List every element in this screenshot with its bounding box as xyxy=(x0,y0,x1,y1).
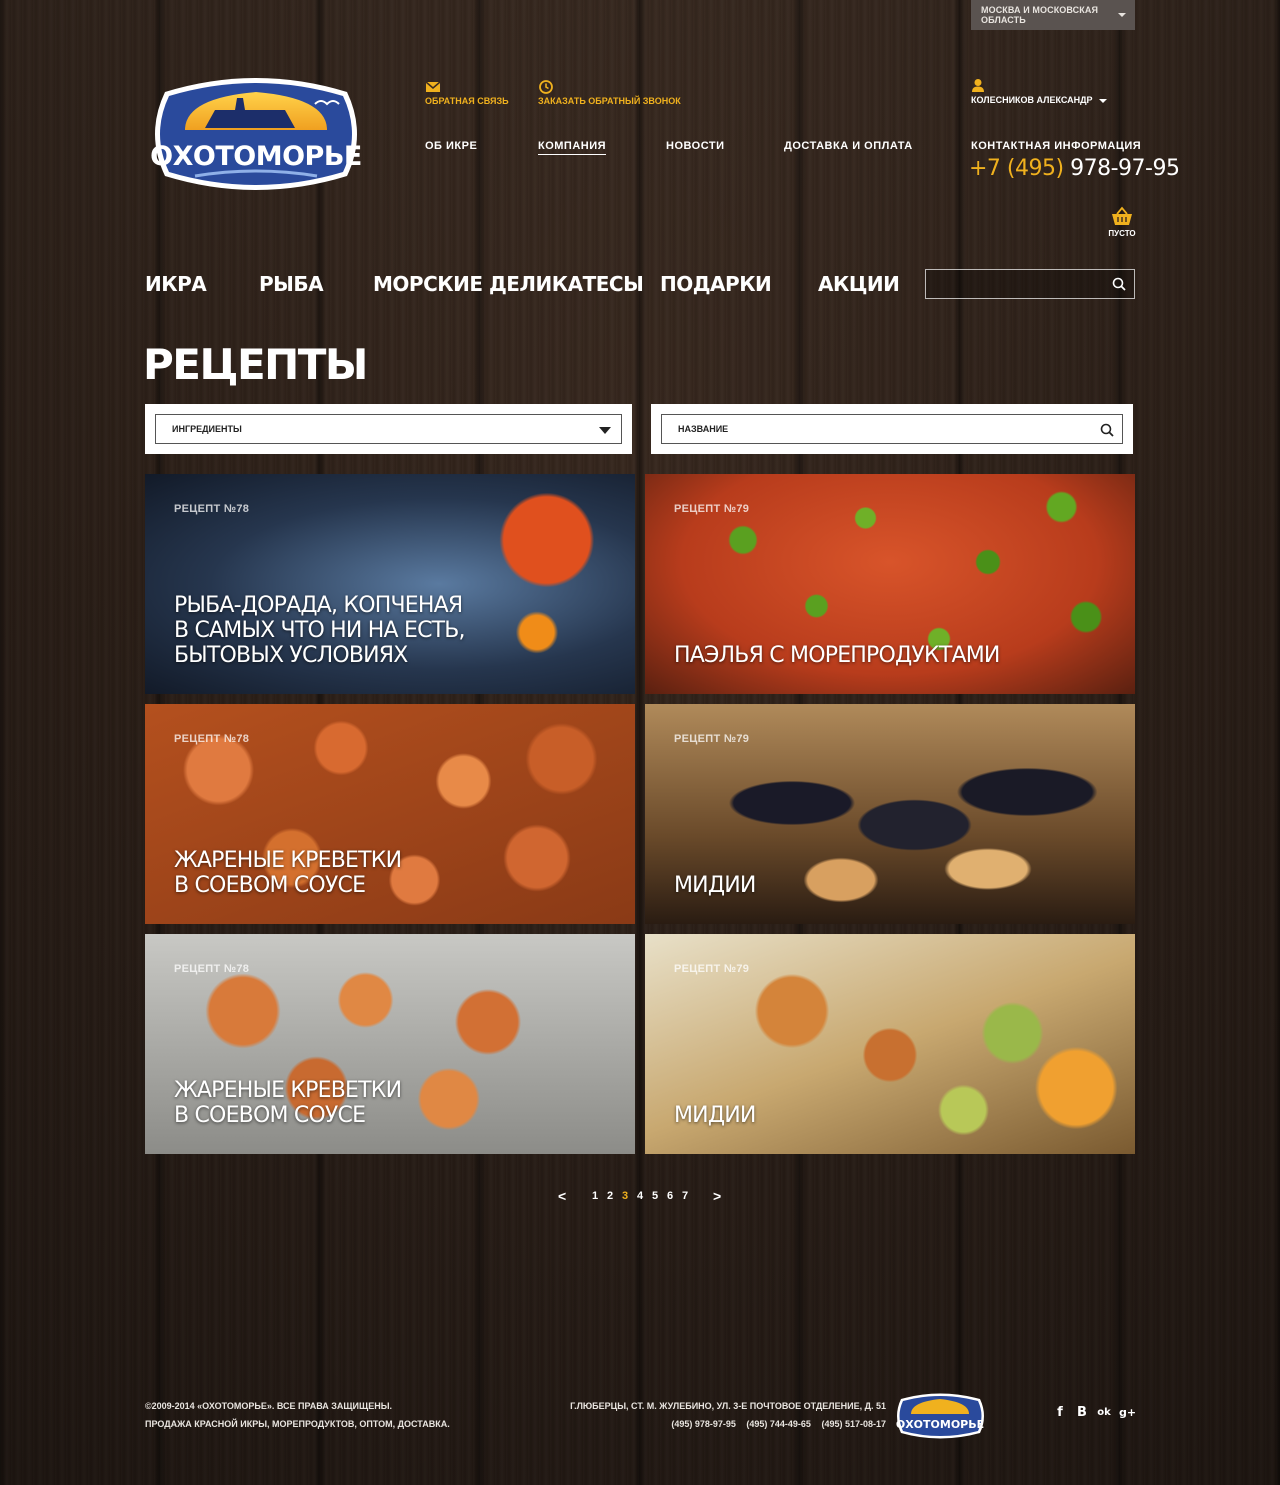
page-link[interactable]: 2 xyxy=(607,1190,613,1202)
recipe-number: РЕЦЕПТ №78 xyxy=(174,503,250,515)
page-link[interactable]: 4 xyxy=(637,1190,643,1202)
recipe-title: МИДИИ xyxy=(674,1103,756,1128)
callback-label: ЗАКАЗАТЬ ОБРАТНЫЙ ЗВОНОК xyxy=(538,96,681,106)
recipe-number: РЕЦЕПТ №79 xyxy=(674,733,750,745)
recipe-title: РЫБА-ДОРАДА, КОПЧЕНАЯ В САМЫХ ЧТО НИ НА … xyxy=(174,593,466,668)
prev-page-button[interactable]: < xyxy=(558,1189,566,1203)
user-icon xyxy=(972,79,984,92)
region-selector[interactable]: МОСКВА И МОСКОВСКАЯ ОБЛАСТЬ xyxy=(971,0,1135,30)
recipe-card[interactable]: РЕЦЕПТ №78 РЫБА-ДОРАДА, КОПЧЕНАЯ В САМЫХ… xyxy=(145,474,635,694)
top-menu-item-news[interactable]: НОВОСТИ xyxy=(666,140,725,152)
nav-item-fish[interactable]: РЫБА xyxy=(259,272,324,296)
page-title: РЕЦЕПТЫ xyxy=(143,340,368,389)
recipe-card[interactable]: РЕЦЕПТ №79 МИДИИ xyxy=(645,704,1135,924)
region-label: МОСКВА И МОСКОВСКАЯ ОБЛАСТЬ xyxy=(981,5,1099,25)
envelope-icon xyxy=(425,81,441,92)
footer-address: Г.ЛЮБЕРЦЫ, СТ. М. ЖУЛЕБИНО, УЛ. 3-Е ПОЧТ… xyxy=(570,1401,886,1411)
recipe-title: ПАЭЛЬЯ С МОРЕПРОДУКТАМИ xyxy=(674,643,1000,668)
user-name: КОЛЕСНИКОВ АЛЕКСАНДР xyxy=(971,95,1093,105)
cart-status: ПУСТО xyxy=(1108,229,1136,238)
phone-number[interactable]: +7 (495) 978-97-95 xyxy=(969,156,1180,181)
ingredients-select[interactable]: ИНГРЕДИЕНТЫ xyxy=(155,414,622,444)
recipe-card[interactable]: РЕЦЕПТ №79 ПАЭЛЬЯ С МОРЕПРОДУКТАМИ xyxy=(645,474,1135,694)
basket-icon xyxy=(1112,206,1132,225)
nav-item-promotions[interactable]: АКЦИИ xyxy=(818,272,900,296)
recipe-card[interactable]: РЕЦЕПТ №78 ЖАРЕНЫЕ КРЕВЕТКИ В СОЕВОМ СОУ… xyxy=(145,704,635,924)
search-icon[interactable] xyxy=(1112,277,1126,291)
footer-logo[interactable]: ОХОТОМОРЬЕ xyxy=(893,1390,988,1442)
footer-phone[interactable]: (495) 978-97-95 xyxy=(671,1419,736,1429)
page-link[interactable]: 1 xyxy=(592,1190,598,1202)
footer-seo-text: ПРОДАЖА КРАСНОЙ ИКРЫ, МОРЕПРОДУКТОВ, ОПТ… xyxy=(145,1419,450,1429)
logo-text: ОХОТОМОРЬЕ xyxy=(150,141,362,172)
chevron-down-icon xyxy=(1098,98,1107,103)
recipe-card[interactable]: РЕЦЕПТ №79 МИДИИ xyxy=(645,934,1135,1154)
chevron-down-icon xyxy=(1118,13,1126,17)
google-plus-icon[interactable]: g+ xyxy=(1119,1405,1136,1421)
search-input[interactable] xyxy=(925,269,1135,299)
top-menu-item-company[interactable]: КОМПАНИЯ xyxy=(538,140,607,155)
phone-digits: 978-97-95 xyxy=(1070,156,1180,181)
odnoklassniki-icon[interactable]: ok xyxy=(1096,1405,1112,1421)
search-icon[interactable] xyxy=(1100,423,1114,437)
recipe-number: РЕЦЕПТ №79 xyxy=(674,503,750,515)
cart-button[interactable]: ПУСТО xyxy=(1108,206,1136,238)
user-menu[interactable]: КОЛЕСНИКОВ АЛЕКСАНДР xyxy=(971,78,1107,105)
vkontakte-icon[interactable]: B xyxy=(1074,1405,1090,1421)
name-label: НАЗВАНИЕ xyxy=(678,424,729,434)
top-menu-item-about-caviar[interactable]: ОБ ИКРЕ xyxy=(425,140,477,152)
chevron-down-icon xyxy=(599,427,611,434)
recipe-title: ЖАРЕНЫЕ КРЕВЕТКИ В СОЕВОМ СОУСЕ xyxy=(174,848,402,898)
phone-code: +7 (495) xyxy=(969,156,1064,181)
callback-link[interactable]: ЗАКАЗАТЬ ОБРАТНЫЙ ЗВОНОК xyxy=(538,80,681,106)
nav-item-seafood[interactable]: МОРСКИЕ ДЕЛИКАТЕСЫ xyxy=(373,272,644,296)
recipe-title: МИДИИ xyxy=(674,873,756,898)
name-filter: НАЗВАНИЕ xyxy=(651,404,1133,454)
ingredients-label: ИНГРЕДИЕНТЫ xyxy=(172,424,242,434)
recipe-title: ЖАРЕНЫЕ КРЕВЕТКИ В СОЕВОМ СОУСЕ xyxy=(174,1078,402,1128)
page-link[interactable]: 7 xyxy=(682,1190,688,1202)
footer-logo-text: ОХОТОМОРЬЕ xyxy=(896,1418,984,1431)
ingredients-filter: ИНГРЕДИЕНТЫ xyxy=(145,404,632,454)
footer-phones: (495) 978-97-95 (495) 744-49-65 (495) 51… xyxy=(663,1419,886,1429)
recipe-number: РЕЦЕПТ №78 xyxy=(174,963,250,975)
footer-phone[interactable]: (495) 517-08-17 xyxy=(821,1419,886,1429)
recipe-number: РЕЦЕПТ №79 xyxy=(674,963,750,975)
feedback-link[interactable]: ОБРАТНАЯ СВЯЗЬ xyxy=(425,80,509,106)
next-page-button[interactable]: > xyxy=(713,1189,721,1203)
nav-item-gifts[interactable]: ПОДАРКИ xyxy=(660,272,772,296)
recipe-card[interactable]: РЕЦЕПТ №78 ЖАРЕНЫЕ КРЕВЕТКИ В СОЕВОМ СОУ… xyxy=(145,934,635,1154)
pagination: < 1 2 3 4 5 6 7 > xyxy=(556,1189,726,1205)
clock-icon xyxy=(539,80,553,94)
feedback-label: ОБРАТНАЯ СВЯЗЬ xyxy=(425,96,509,106)
page-link[interactable]: 5 xyxy=(652,1190,658,1202)
nav-item-caviar[interactable]: ИКРА xyxy=(145,272,207,296)
page-link[interactable]: 6 xyxy=(667,1190,673,1202)
contact-label: КОНТАКТНАЯ ИНФОРМАЦИЯ xyxy=(971,140,1142,152)
page-link-current[interactable]: 3 xyxy=(622,1190,628,1202)
name-search-input[interactable]: НАЗВАНИЕ xyxy=(661,414,1123,444)
footer-phone[interactable]: (495) 744-49-65 xyxy=(746,1419,811,1429)
footer-copyright: ©2009-2014 «ОХОТОМОРЬЕ». ВСЕ ПРАВА ЗАЩИЩ… xyxy=(145,1401,393,1411)
facebook-icon[interactable]: f xyxy=(1052,1405,1068,1421)
brand-logo[interactable]: ОХОТОМОРЬЕ xyxy=(145,70,367,198)
top-menu-item-delivery[interactable]: ДОСТАВКА И ОПЛАТА xyxy=(784,140,913,152)
recipe-number: РЕЦЕПТ №78 xyxy=(174,733,250,745)
